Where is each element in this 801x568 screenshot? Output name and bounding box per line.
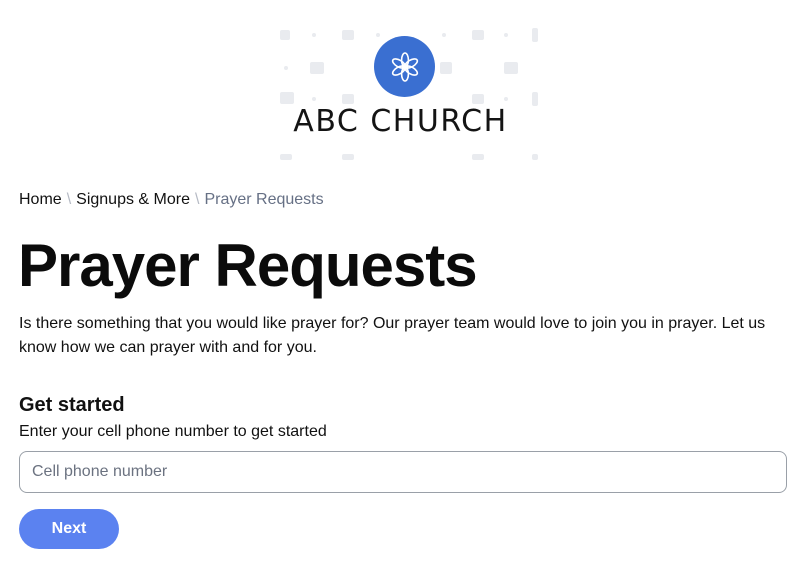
logo-badge [374,36,435,97]
star-of-life-icon [391,51,418,82]
breadcrumb: Home \ Signups & More \ Prayer Requests [19,189,324,211]
site-header: ABC CHURCH [0,0,801,170]
page-title: Prayer Requests [18,232,478,299]
next-button[interactable]: Next [19,509,119,549]
breadcrumb-signups-link[interactable]: Signups & More [76,191,190,208]
page-intro: Is there something that you would like p… [19,315,766,356]
breadcrumb-current: Prayer Requests [204,191,324,208]
logo-wordmark[interactable]: ABC CHURCH [0,102,801,142]
cell-phone-input[interactable] [19,451,787,493]
form-heading: Get started [19,394,125,416]
breadcrumb-home-link[interactable]: Home [19,191,62,208]
breadcrumb-separator: \ [66,191,72,208]
breadcrumb-separator: \ [194,191,200,208]
page: ABC CHURCH Home \ Signups & More \ Prayer Re… [0,0,801,568]
form-instructions: Enter your cell phone number to get star… [19,423,327,440]
